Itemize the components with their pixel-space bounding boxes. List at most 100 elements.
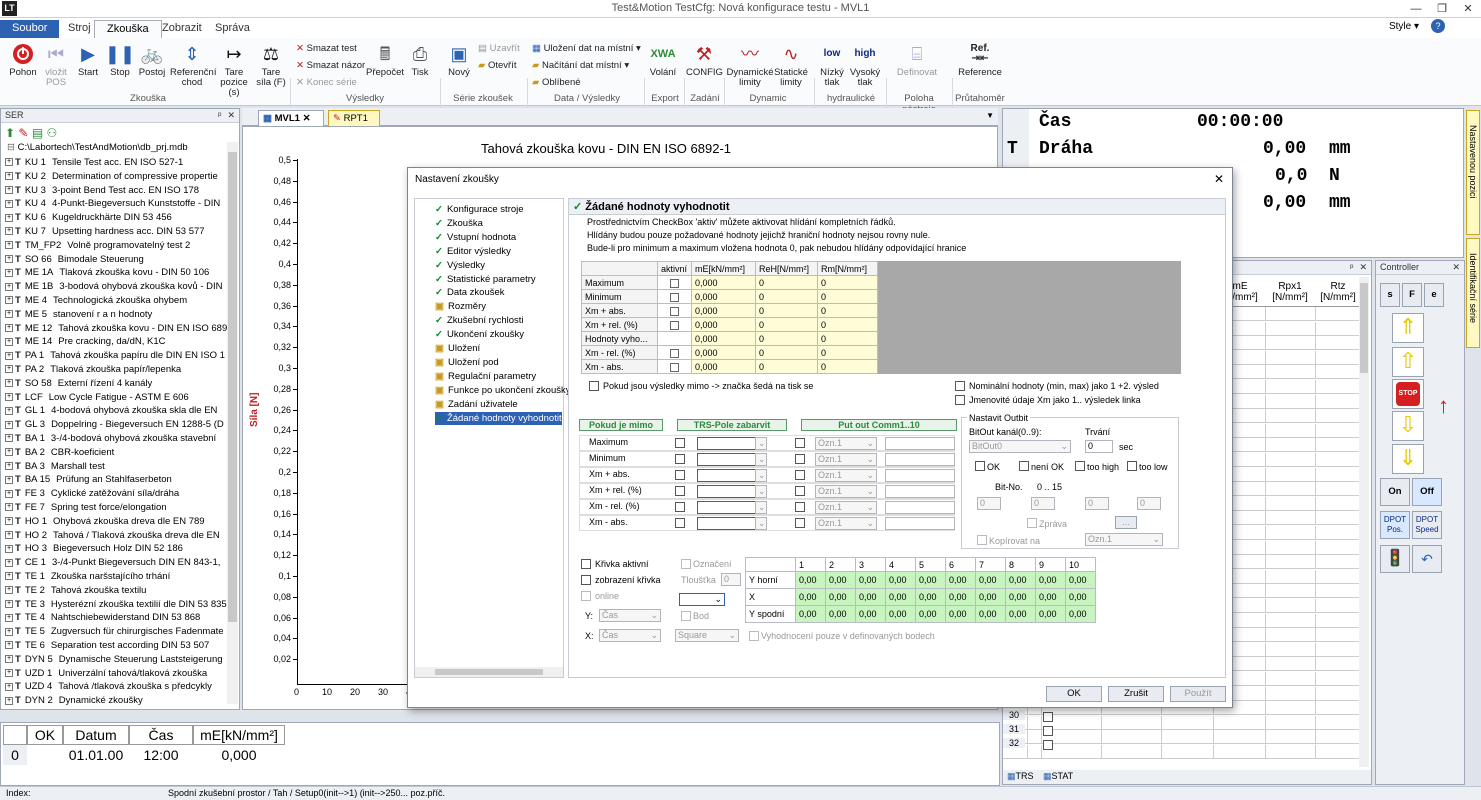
active-checkbox[interactable] bbox=[670, 278, 679, 288]
tree-item[interactable]: + T DYN 2 Dynamické zkoušky bbox=[5, 694, 143, 706]
panel-close-icon[interactable]: ✕ bbox=[227, 110, 235, 121]
points-value-cell[interactable]: 0,00 bbox=[1065, 571, 1096, 589]
tree-item[interactable]: + T ME 12 Tahová zkouška kovu - DIN EN ISO … bbox=[5, 322, 229, 336]
config-button[interactable]: ⚒ CONFIG bbox=[686, 42, 723, 78]
only-points-checkbox[interactable] bbox=[749, 631, 759, 641]
points-value-cell[interactable]: 0,00 bbox=[855, 588, 886, 606]
nav-item[interactable]: ✓ Výsledky bbox=[435, 259, 485, 272]
comm-text[interactable] bbox=[885, 485, 955, 498]
outbit-kanal-select[interactable]: BitOut0 ⌄ bbox=[969, 440, 1071, 453]
kopirovat-checkbox[interactable] bbox=[977, 535, 987, 545]
tree-item[interactable]: + T HO 3 Biegeversuch Holz DIN 52 186 bbox=[5, 542, 183, 556]
tab-trs[interactable]: ▦TRS bbox=[1007, 771, 1034, 782]
nav-item[interactable]: ✓ Zkouška bbox=[435, 217, 483, 230]
color-dropdown[interactable]: ⌄ bbox=[755, 453, 767, 466]
expand-icon[interactable]: + bbox=[5, 186, 13, 195]
comm-select[interactable]: Ozn.1 ⌄ bbox=[815, 453, 877, 466]
on-button[interactable]: On bbox=[1380, 478, 1410, 506]
bit-input-1[interactable]: 0 bbox=[977, 497, 1001, 510]
tab-close-icon[interactable]: ✕ bbox=[303, 113, 311, 124]
expand-icon[interactable]: + bbox=[5, 337, 13, 346]
comm-text[interactable] bbox=[885, 501, 955, 514]
expand-icon[interactable]: + bbox=[5, 241, 13, 250]
trvani-input[interactable]: 0 bbox=[1085, 440, 1113, 453]
points-value-cell[interactable]: 0,00 bbox=[885, 605, 916, 623]
expand-icon[interactable]: + bbox=[5, 406, 13, 415]
bod-checkbox[interactable] bbox=[681, 611, 691, 621]
tree-item[interactable]: + T UZD 1 Univerzální tahová/tlaková zkoušk… bbox=[5, 667, 207, 681]
points-value-cell[interactable]: 0,00 bbox=[945, 605, 976, 623]
tree-item[interactable]: + T TE 6 Separation test according DIN 53 5… bbox=[5, 639, 209, 653]
expand-icon[interactable]: + bbox=[5, 600, 13, 609]
fast-up-icon[interactable]: ⇑ bbox=[1392, 313, 1424, 343]
tree-item[interactable]: + T FE 3 Cyklické zatěžování síla/dráha bbox=[5, 487, 179, 501]
wrench-icon[interactable]: ✎ bbox=[18, 126, 28, 140]
add-icon[interactable]: ⬆ bbox=[5, 126, 15, 140]
mimo-checkbox[interactable] bbox=[675, 502, 685, 512]
mimo-checkbox[interactable] bbox=[675, 486, 685, 496]
fast-down-icon[interactable]: ⇓ bbox=[1392, 444, 1424, 474]
expand-icon[interactable]: + bbox=[5, 696, 13, 705]
limits-value-cell[interactable]: 0 bbox=[755, 345, 818, 360]
expand-icon[interactable]: + bbox=[5, 255, 13, 264]
pohon-button[interactable]: Pohon bbox=[6, 42, 40, 78]
comm-checkbox[interactable] bbox=[795, 518, 805, 528]
tree-item[interactable]: + T GL 1 4-bodová ohybová zkouška skla dle … bbox=[5, 404, 217, 418]
trs-scroll-thumb[interactable] bbox=[1360, 283, 1368, 373]
expand-icon[interactable]: + bbox=[5, 420, 13, 429]
limits-value-cell[interactable]: 0 bbox=[817, 345, 878, 360]
stop-button[interactable]: ❚❚ Stop bbox=[105, 42, 135, 78]
start-button[interactable]: ▶ Start bbox=[74, 42, 102, 78]
nav-item[interactable]: ✓ Editor výsledky bbox=[435, 245, 511, 258]
points-value-cell[interactable]: 0,00 bbox=[885, 571, 916, 589]
help-icon[interactable]: ? bbox=[1431, 19, 1445, 33]
limits-value-cell[interactable]: 0 bbox=[755, 331, 818, 346]
expand-icon[interactable]: + bbox=[5, 365, 13, 374]
trs-row-checkbox[interactable] bbox=[1043, 726, 1053, 736]
side-tab-position[interactable]: Nastavenou pozici bbox=[1466, 110, 1480, 235]
nav-item[interactable]: ✓ Žádané hodnoty vyhodnotit bbox=[435, 411, 562, 425]
ok-button[interactable]: OK bbox=[1046, 686, 1102, 702]
comm-checkbox[interactable] bbox=[795, 438, 805, 448]
limits-value-cell[interactable]: 0 bbox=[817, 275, 878, 290]
tree-item[interactable]: + T TE 1 Zkouška naršstajícího trhání bbox=[5, 570, 170, 584]
tree-item[interactable]: + T PA 1 Tahová zkouška papíru dle DIN EN I… bbox=[5, 349, 225, 363]
trs-row-checkbox[interactable] bbox=[1043, 740, 1053, 750]
tree-item[interactable]: + T ME 1A Tlaková zkouška kovu - DIN 50 106 bbox=[5, 266, 209, 280]
limits-value-cell[interactable]: 0,000 bbox=[691, 317, 756, 332]
trs-scrollbar[interactable] bbox=[1359, 277, 1369, 767]
points-value-cell[interactable]: 0,00 bbox=[825, 571, 856, 589]
expand-icon[interactable]: + bbox=[5, 213, 13, 222]
nav-item[interactable]: ▣ Rozměry bbox=[435, 300, 486, 313]
comm-select[interactable]: Ozn.1 ⌄ bbox=[815, 485, 877, 498]
expand-icon[interactable]: + bbox=[5, 531, 13, 540]
prepocet-button[interactable]: 🖩 Přepočet bbox=[366, 42, 404, 78]
comm-checkbox[interactable] bbox=[795, 470, 805, 480]
tree-item[interactable]: + T BA 1 3-/4-bodová ohybová zkouška staveb… bbox=[5, 432, 216, 446]
chart-icon[interactable]: ▤ bbox=[32, 126, 43, 140]
color-dropdown[interactable]: ⌄ bbox=[755, 469, 767, 482]
active-checkbox[interactable] bbox=[670, 306, 679, 316]
side-tab-series[interactable]: Identifikační série bbox=[1466, 238, 1480, 348]
pin-icon[interactable]: ᵖ bbox=[1350, 262, 1353, 272]
tree-item[interactable]: + T ME 14 Pre cracking, da/dN, K1C bbox=[5, 335, 165, 349]
points-value-cell[interactable]: 0,00 bbox=[915, 588, 946, 606]
points-value-cell[interactable]: 0,00 bbox=[975, 588, 1006, 606]
up-icon[interactable]: ⇧ bbox=[1392, 347, 1424, 377]
mimo-checkbox[interactable] bbox=[675, 518, 685, 528]
expand-icon[interactable]: + bbox=[5, 627, 13, 636]
limits-value-cell[interactable]: 0,000 bbox=[691, 303, 756, 318]
points-value-cell[interactable]: 0,00 bbox=[795, 588, 826, 606]
smazat-nazor-button[interactable]: ✕ Smazat názor bbox=[296, 60, 365, 71]
tree-item[interactable]: + T UZD 4 Tahová /tlaková zkouška s předcyk… bbox=[5, 680, 212, 694]
tree-scroll-thumb[interactable] bbox=[228, 152, 237, 622]
expand-icon[interactable]: + bbox=[5, 682, 13, 691]
expand-icon[interactable]: + bbox=[5, 517, 13, 526]
reference-button[interactable]: Ref. ⇥⇤ Reference bbox=[956, 42, 1004, 78]
comm-checkbox[interactable] bbox=[795, 502, 805, 512]
traffic-light-icon[interactable]: 🚦 bbox=[1380, 545, 1410, 573]
nav-scroll-thumb[interactable] bbox=[435, 669, 543, 675]
zprava-more-button[interactable]: ... bbox=[1115, 516, 1137, 529]
points-value-cell[interactable]: 0,00 bbox=[1035, 588, 1066, 606]
expand-icon[interactable]: + bbox=[5, 462, 13, 471]
